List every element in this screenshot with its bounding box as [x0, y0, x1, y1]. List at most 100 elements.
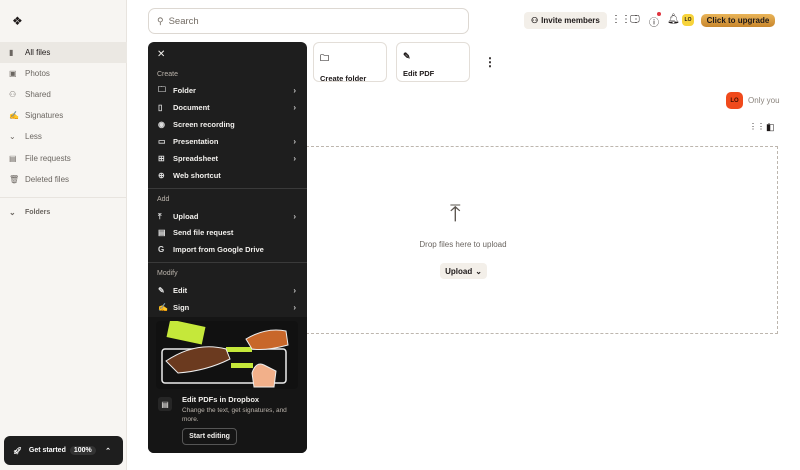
notification-dot: [657, 12, 661, 16]
sidebar-item-label: Deleted files: [25, 175, 70, 184]
menu-item-spreadsheet[interactable]: ⊞ Spreadsheet ›: [148, 150, 307, 167]
menu-item-send-file-request[interactable]: ▤ Send file request: [148, 224, 307, 241]
menu-item-label: Import from Google Drive: [173, 245, 264, 254]
help-icon[interactable]: ⓘ: [649, 12, 661, 29]
file-request-icon: ▤: [9, 154, 17, 163]
section-add: Add: [157, 196, 170, 203]
side-panel-icon[interactable]: ◧: [766, 122, 775, 133]
sidebar-item-label: Photos: [25, 69, 50, 78]
sidebar-item-label: File requests: [25, 154, 71, 163]
sidebar: ❖ ▮ All files ▣ Photos ⚇ Shared ✍ Signatures…: [0, 0, 127, 470]
sidebar-item-label: Shared: [25, 90, 51, 99]
more-options-icon[interactable]: ⋮: [484, 55, 496, 69]
search-icon: ⚲: [157, 15, 164, 26]
invite-members-button[interactable]: ⚇ Invite members: [524, 12, 607, 29]
edit-pdf-illustration: [156, 321, 298, 389]
file-request-icon: ▤: [158, 228, 166, 237]
close-icon[interactable]: ✕: [157, 49, 165, 60]
get-started-label: Get started: [28, 447, 66, 454]
card-label: Create folder: [320, 74, 367, 83]
menu-item-document[interactable]: ▯ Document ›: [148, 99, 307, 116]
bell-icon[interactable]: 🔔︎: [667, 14, 680, 25]
desktop-icon[interactable]: 🖵: [630, 14, 640, 25]
record-icon: ◉: [158, 120, 165, 129]
folder-plus-icon: 🗀: [320, 53, 330, 63]
menu-item-label: Sign: [173, 303, 190, 312]
spreadsheet-icon: ⊞: [158, 154, 165, 163]
add-user-icon: ⚇: [531, 16, 539, 25]
pencil-icon: ✎: [158, 286, 165, 295]
signature-icon: ✍: [158, 303, 168, 312]
menu-item-edit[interactable]: ✎ Edit ›: [148, 282, 307, 299]
rocket-icon: 🚀︎: [13, 447, 22, 455]
divider: [148, 188, 307, 189]
google-icon: G: [158, 245, 165, 254]
folders-toggle[interactable]: ⌄ Folders: [0, 202, 127, 223]
trash-icon: 🗑︎: [9, 175, 20, 184]
divider: [148, 262, 307, 263]
sidebar-item-label: Less: [25, 132, 42, 141]
chevron-right-icon: ›: [293, 212, 296, 221]
pencil-icon: ✎: [403, 51, 411, 61]
photo-icon: ▣: [9, 69, 17, 78]
owner-avatar: LO: [726, 92, 743, 109]
account-avatar[interactable]: LO: [682, 14, 694, 26]
menu-item-import-google-drive[interactable]: G Import from Google Drive: [148, 241, 307, 258]
start-editing-button[interactable]: Start editing: [182, 428, 237, 445]
sidebar-item-signatures[interactable]: ✍ Signatures: [0, 105, 127, 126]
sidebar-item-label: All files: [25, 48, 51, 57]
chevron-down-icon: ⌄: [9, 132, 16, 141]
upload-dropdown-button[interactable]: Upload ⌄: [440, 263, 487, 279]
sidebar-item-shared[interactable]: ⚇ Shared: [0, 84, 127, 105]
shared-icon: ⚇: [9, 90, 17, 99]
folder-icon: 🗀: [158, 84, 166, 94]
promo-title: Edit PDFs in Dropbox: [182, 395, 260, 404]
menu-item-label: Document: [173, 103, 210, 112]
drop-hint: Drop files here to upload: [419, 240, 507, 249]
menu-item-label: Edit: [173, 286, 188, 295]
chevron-right-icon: ›: [293, 137, 296, 146]
menu-item-folder[interactable]: 🗀 Folder ›: [148, 82, 307, 99]
create-folder-card[interactable]: 🗀 Create folder: [313, 42, 387, 83]
menu-item-sign[interactable]: ✍ Sign ›: [148, 299, 307, 316]
dropbox-logo-icon[interactable]: ❖: [12, 14, 23, 28]
menu-item-presentation[interactable]: ▭ Presentation ›: [148, 133, 307, 150]
section-create: Create: [157, 71, 179, 78]
section-modify: Modify: [157, 270, 178, 277]
chevron-right-icon: ›: [293, 154, 296, 163]
promo-text: Change the text, get signatures, and mor…: [182, 407, 287, 423]
folders-label: Folders: [25, 209, 51, 216]
upgrade-button[interactable]: Click to upgrade: [701, 14, 775, 27]
chevron-up-icon[interactable]: ⌃: [105, 447, 111, 455]
chevron-right-icon: ›: [293, 103, 296, 112]
sharing-status: Only you: [748, 96, 780, 105]
upload-label: Upload: [445, 266, 473, 276]
card-label: Edit PDF: [403, 69, 435, 78]
search-placeholder: Search: [168, 15, 199, 27]
get-started-widget[interactable]: 🚀︎ Get started 100% ⌃: [4, 436, 123, 465]
chevron-down-icon: ⌄: [475, 266, 482, 276]
document-icon: ▯: [158, 103, 163, 112]
menu-item-screen-recording[interactable]: ◉ Screen recording: [148, 116, 307, 133]
sidebar-item-label: Signatures: [25, 111, 64, 120]
menu-item-label: Presentation: [173, 137, 219, 146]
menu-item-label: Send file request: [173, 228, 234, 237]
progress-badge: 100%: [69, 446, 96, 455]
pdf-icon: ▤: [158, 397, 172, 411]
menu-item-upload[interactable]: ⤒ Upload ›: [148, 208, 307, 225]
sidebar-item-deleted-files[interactable]: 🗑︎ Deleted files: [0, 169, 127, 190]
search-input[interactable]: ⚲ Search: [148, 8, 469, 34]
sidebar-item-all-files[interactable]: ▮ All files: [0, 42, 127, 63]
edit-pdf-card[interactable]: ✎ Edit PDF: [396, 42, 470, 82]
presentation-icon: ▭: [158, 137, 166, 146]
chevron-right-icon: ›: [293, 286, 296, 295]
people-icon: ▮: [9, 48, 14, 57]
sidebar-item-less[interactable]: ⌄ Less: [0, 126, 127, 147]
upload-icon: ⤒: [158, 211, 162, 221]
menu-item-label: Spreadsheet: [173, 154, 219, 163]
sidebar-item-file-requests[interactable]: ▤ File requests: [0, 148, 127, 169]
sidebar-item-photos[interactable]: ▣ Photos: [0, 63, 127, 84]
menu-item-web-shortcut[interactable]: ⊕ Web shortcut: [148, 167, 307, 184]
menu-item-label: Web shortcut: [173, 171, 221, 180]
promo-panel: ▤ Edit PDFs in Dropbox Change the text, …: [148, 317, 307, 453]
